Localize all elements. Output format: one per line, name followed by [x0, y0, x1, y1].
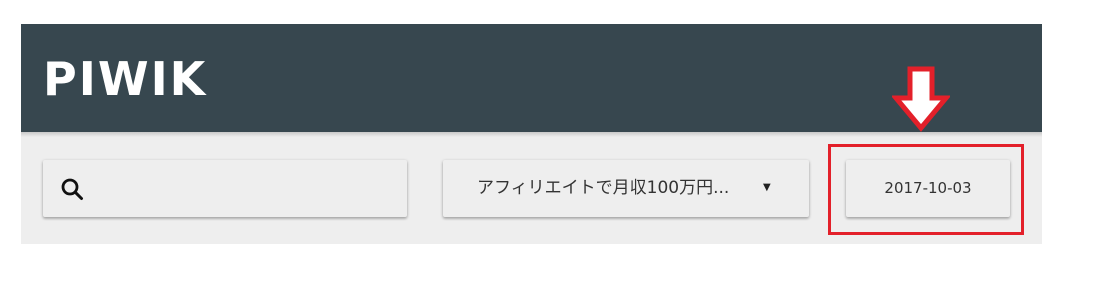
header-shadow	[21, 132, 1042, 137]
highlight-box	[828, 144, 1024, 235]
site-selector-label: アフィリエイトで月収100万円...	[477, 178, 730, 198]
search-icon	[61, 178, 83, 200]
caret-down-icon: ▼	[763, 182, 771, 193]
down-arrow-icon	[892, 66, 950, 132]
piwik-logo[interactable]: PIWIK	[43, 54, 207, 104]
search-input[interactable]	[43, 160, 407, 217]
site-selector[interactable]: アフィリエイトで月収100万円... ▼	[443, 160, 809, 217]
top-header: PIWIK	[21, 24, 1042, 132]
